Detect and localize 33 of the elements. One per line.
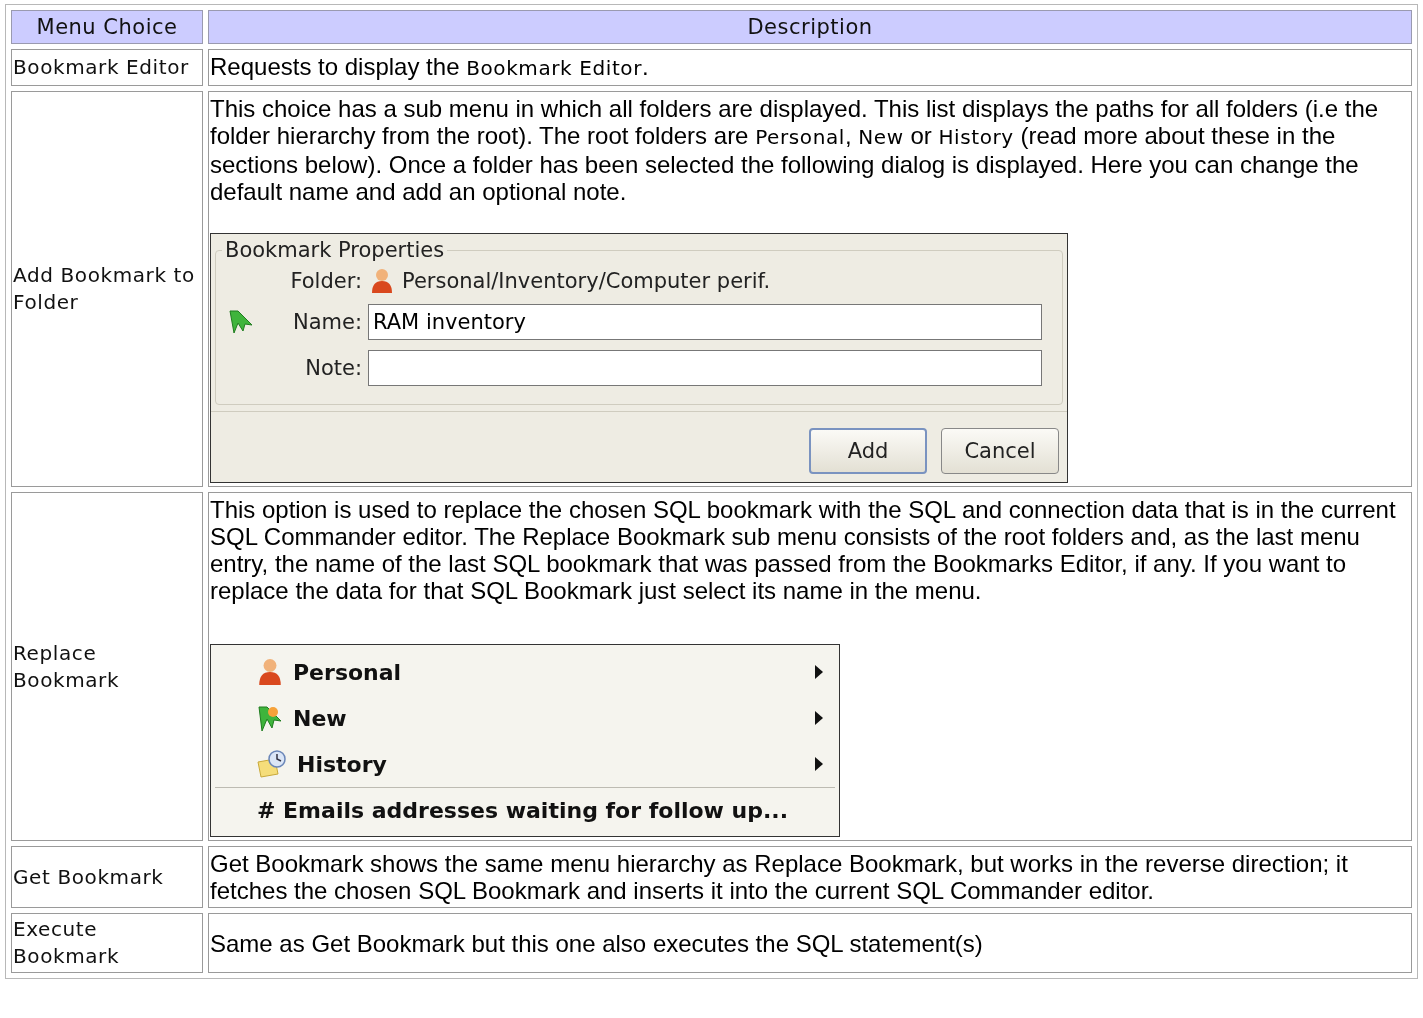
submenu-arrow-icon [815, 757, 823, 771]
menu-item[interactable]: Personal [215, 649, 835, 695]
submenu-arrow-icon [815, 665, 823, 679]
column-header: Menu Choice [11, 10, 203, 44]
menu-choice-cell: Replace Bookmark [11, 492, 203, 841]
description-text: Get Bookmark shows the same menu hierarchy as Replace Bookmark, but works in the reverse direction; it fetches the chosen SQL Bookmark and inserts it into the current SQL Commander editor. [210, 850, 1349, 904]
dialog-button[interactable]: Add [809, 428, 927, 474]
text-field[interactable]: RAM inventory [368, 304, 1042, 340]
description-text: This option is used to replace the chosen SQL bookmark with the SQL and connection data that is in the current SQL Commander editor. The Replace Bookmark sub menu consists of the root folders and, as the last menu entry, the name of the last SQL bookmark that was passed from the Bookmarks Editor, if any. If you want to replace the data for that SQL Bookmark just select its name in the menu. [210, 496, 1397, 604]
submenu-arrow-icon [815, 711, 823, 725]
folder-path: Personal/Inventory/Computer perif. [402, 269, 771, 293]
column-header: Description [208, 10, 1412, 44]
dialog-button[interactable]: Cancel [941, 428, 1059, 474]
person-icon [257, 658, 283, 686]
menu-item[interactable]: New [215, 695, 835, 741]
menu-choice-cell: Bookmark Editor [11, 49, 203, 86]
description-text: Requests to display the Bookmark Editor. [210, 53, 650, 82]
group-title: Bookmark Properties [224, 238, 446, 262]
field-label: Name: [291, 310, 363, 334]
description-text: Same as Get Bookmark but this one also executes the SQL statement(s) [210, 929, 984, 957]
menu-choice-cell: Add Bookmark to Folder [11, 91, 203, 487]
bookmark-icon [228, 309, 254, 335]
ribbon-icon [257, 704, 283, 732]
menu-choice-cell: Get Bookmark [11, 846, 203, 908]
description-text: This choice has a sub menu in which all folders are displayed. This list displays the paths for all folders (i.e the folder hierarchy from the root). The root folders are Personal, New or History (read more about these in the sections below). Once a folder has been selected the following dialog is displayed. Here you can change the default name and add an optional note. [210, 95, 1380, 205]
menu-choice-cell: Execute Bookmark [11, 913, 203, 973]
field-label: Folder: [289, 269, 363, 293]
clock-note-icon [257, 750, 287, 778]
menu-item[interactable]: History [215, 741, 835, 787]
person-icon [370, 268, 394, 294]
text-field[interactable] [368, 350, 1042, 386]
field-label: Note: [304, 356, 363, 380]
menu-item[interactable]: # Emails addresses waiting for follow up... [215, 788, 835, 832]
